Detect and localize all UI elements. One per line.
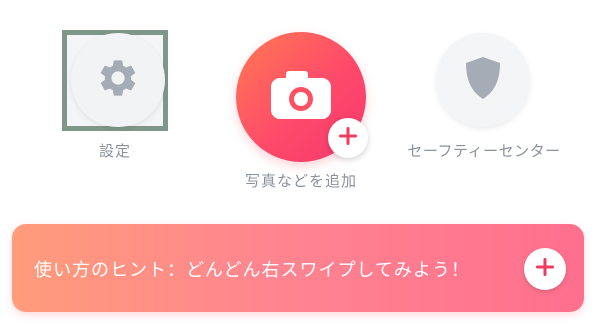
plus-icon xyxy=(535,257,555,281)
safety-center-button[interactable] xyxy=(436,33,530,127)
shield-icon xyxy=(463,55,503,105)
add-photos-plus-button[interactable] xyxy=(328,118,368,158)
plus-icon xyxy=(338,126,358,150)
add-photos-label: 写真などを追加 xyxy=(244,172,357,190)
tip-banner-plus-button[interactable] xyxy=(524,248,566,290)
settings-button[interactable] xyxy=(71,33,165,127)
quick-actions-panel: 設定 写真などを追加 セーフティーセンター 使い方のヒント：どんどん右スワイプし… xyxy=(0,0,600,327)
tip-banner-text: 使い方のヒント：どんどん右スワイプしてみよう！ xyxy=(34,260,470,281)
safety-center-label: セーフティーセンター xyxy=(407,142,561,160)
gear-icon xyxy=(96,56,140,104)
settings-label: 設定 xyxy=(98,142,131,160)
camera-icon xyxy=(269,69,333,125)
tip-banner[interactable]: 使い方のヒント：どんどん右スワイプしてみよう！ xyxy=(12,224,584,312)
